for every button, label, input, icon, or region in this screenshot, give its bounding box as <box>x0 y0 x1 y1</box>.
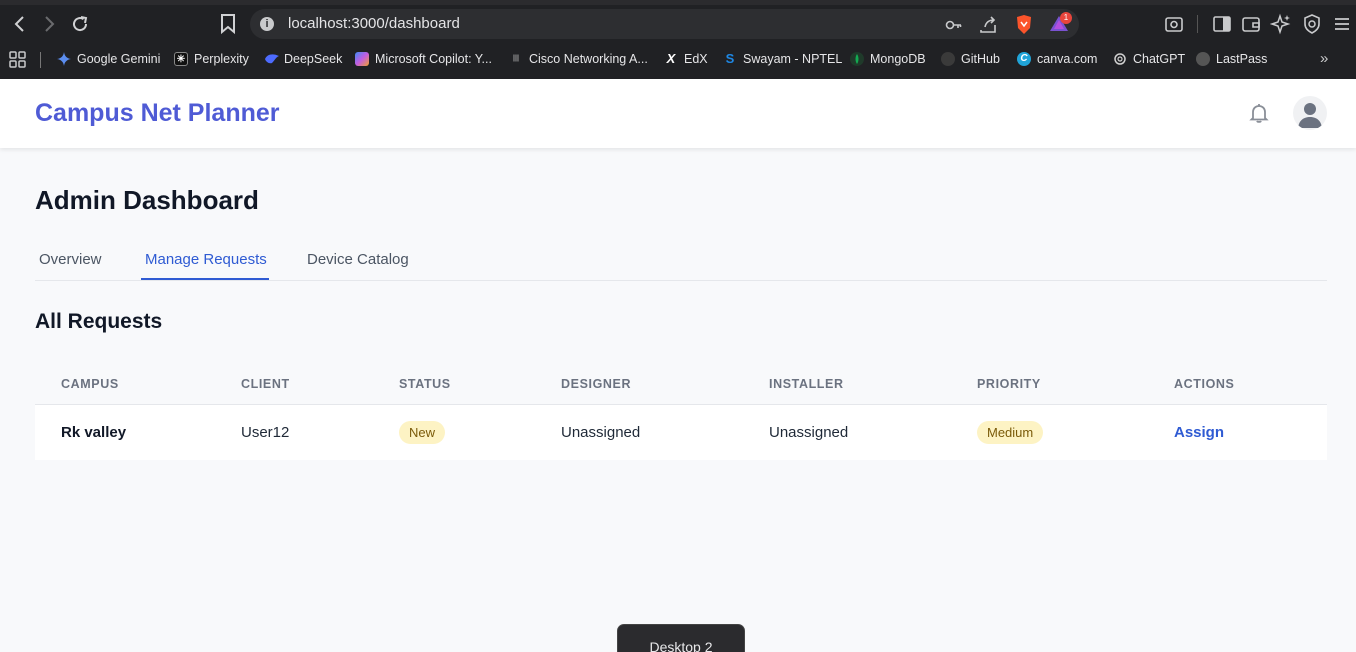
bookmarks-bar: Google Gemini ✳ Perplexity DeepSeek Micr… <box>0 44 1356 74</box>
brave-rewards-icon[interactable]: 1 <box>1048 12 1072 34</box>
forward-icon[interactable] <box>37 12 61 36</box>
notifications-bell-icon[interactable] <box>1247 101 1271 125</box>
perplexity-icon: ✳ <box>174 52 188 66</box>
chatgpt-icon <box>1113 52 1127 66</box>
canva-icon: C <box>1017 52 1031 66</box>
key-icon[interactable] <box>944 15 964 35</box>
share-icon[interactable] <box>978 15 998 35</box>
swayam-icon: S <box>725 51 735 66</box>
bookmark-chatgpt[interactable]: ChatGPT <box>1113 50 1185 68</box>
assign-button[interactable]: Assign <box>1174 424 1224 441</box>
cell-installer: Unassigned <box>769 424 849 441</box>
column-header-campus: CAMPUS <box>61 377 119 391</box>
page-title: Admin Dashboard <box>35 185 259 215</box>
column-header-installer: INSTALLER <box>769 377 844 391</box>
apps-grid-icon[interactable] <box>8 50 28 70</box>
back-icon[interactable] <box>8 12 32 36</box>
edx-icon: X <box>666 51 676 66</box>
app-header: Campus Net Planner <box>0 79 1356 148</box>
section-title: All Requests <box>35 310 163 333</box>
wallet-icon[interactable] <box>1240 13 1262 35</box>
bookmark-cisco[interactable]: ||| Cisco Networking A... <box>509 50 648 68</box>
bookmark-deepseek[interactable]: DeepSeek <box>264 50 342 68</box>
bookmark-swayam[interactable]: S Swayam - NPTEL <box>723 50 843 68</box>
bookmark-lastpass[interactable]: LastPass <box>1196 50 1267 68</box>
desktop-switcher-label[interactable]: Desktop 2 <box>617 624 745 652</box>
mongodb-icon <box>850 52 864 66</box>
active-tab-indicator <box>141 278 269 280</box>
app-brand[interactable]: Campus Net Planner <box>35 99 280 128</box>
copilot-icon <box>355 52 369 66</box>
bookmark-page-icon[interactable] <box>219 13 237 35</box>
brave-shield-icon[interactable] <box>1014 14 1034 34</box>
tab-strip <box>0 0 1356 5</box>
deepseek-icon <box>264 52 279 66</box>
dashboard-tabs: Overview Manage Requests Device Catalog <box>35 240 1327 281</box>
column-header-priority: PRIORITY <box>977 377 1041 391</box>
cisco-icon: ||| <box>513 55 519 62</box>
bookmark-perplexity[interactable]: ✳ Perplexity <box>174 50 249 68</box>
leo-ai-icon[interactable] <box>1269 13 1292 35</box>
cell-campus: Rk valley <box>61 424 127 441</box>
priority-badge: Medium <box>977 421 1044 444</box>
vpn-icon[interactable] <box>1301 13 1323 35</box>
lastpass-icon <box>1196 52 1210 66</box>
user-avatar[interactable] <box>1293 96 1327 130</box>
address-bar[interactable]: i localhost:3000/dashboard 1 <box>250 9 1079 39</box>
gemini-icon <box>57 52 71 66</box>
tab-manage-requests[interactable]: Manage Requests <box>145 251 267 268</box>
cell-client: User12 <box>241 424 290 441</box>
cell-designer: Unassigned <box>561 424 641 441</box>
url-text[interactable]: localhost:3000/dashboard <box>288 15 460 32</box>
status-badge: New <box>399 421 446 444</box>
toolbar-divider <box>1197 15 1198 33</box>
bookmark-github[interactable]: GitHub <box>941 50 1000 68</box>
column-header-client: CLIENT <box>241 377 290 391</box>
bookmark-mongodb[interactable]: MongoDB <box>850 50 926 68</box>
column-header-designer: DESIGNER <box>561 377 632 391</box>
sidebar-icon[interactable] <box>1211 13 1233 35</box>
notification-badge: 1 <box>1060 12 1072 24</box>
bookmark-google-gemini[interactable]: Google Gemini <box>57 50 160 68</box>
tab-overview[interactable]: Overview <box>39 251 102 268</box>
table-row: Rk valley User12 New Unassigned Unassign… <box>35 405 1327 460</box>
column-header-status: STATUS <box>399 377 451 391</box>
bookmark-canva[interactable]: C canva.com <box>1017 50 1097 68</box>
site-info-icon[interactable]: i <box>260 17 274 31</box>
reload-icon[interactable] <box>68 12 92 36</box>
column-header-actions: ACTIONS <box>1174 377 1235 391</box>
table-header: CAMPUS CLIENT STATUS DESIGNER INSTALLER … <box>35 362 1327 405</box>
screenshot-icon[interactable] <box>1163 13 1185 35</box>
bookmarks-divider <box>40 52 41 68</box>
menu-icon[interactable] <box>1331 13 1353 35</box>
github-icon <box>941 52 955 66</box>
requests-table: CAMPUS CLIENT STATUS DESIGNER INSTALLER … <box>35 362 1327 460</box>
browser-chrome: i localhost:3000/dashboard 1 Google Gemi… <box>0 0 1356 79</box>
tab-device-catalog[interactable]: Device Catalog <box>307 251 409 268</box>
bookmark-edx[interactable]: X EdX <box>664 50 708 68</box>
bookmark-microsoft-copilot[interactable]: Microsoft Copilot: Y... <box>355 50 492 68</box>
more-bookmarks-icon[interactable]: » <box>1320 50 1338 68</box>
